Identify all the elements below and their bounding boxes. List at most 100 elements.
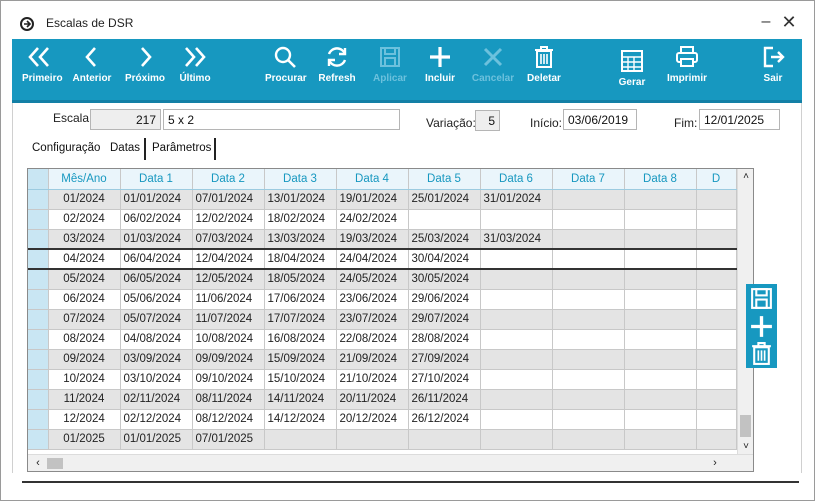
close-button[interactable]: ✕ (779, 12, 799, 32)
date-cell[interactable] (696, 229, 737, 250)
date-cell[interactable]: 29/06/2024 (408, 289, 481, 310)
date-cell[interactable] (552, 248, 625, 270)
date-cell[interactable] (624, 349, 697, 370)
row-indicator[interactable] (28, 389, 49, 410)
date-cell[interactable]: 24/05/2024 (336, 269, 409, 290)
date-cell[interactable]: 21/10/2024 (336, 369, 409, 390)
date-cell[interactable] (696, 248, 737, 270)
month-year-cell[interactable]: 10/2024 (48, 369, 121, 390)
date-cell[interactable]: 03/09/2024 (120, 349, 193, 370)
date-cell[interactable]: 09/10/2024 (192, 369, 265, 390)
scroll-left-icon[interactable]: ‹ (30, 455, 46, 471)
date-cell[interactable]: 15/09/2024 (264, 349, 337, 370)
row-indicator[interactable] (28, 369, 49, 390)
table-row[interactable]: 02/2024 06/02/2024 12/02/2024 18/02/2024 24/… (28, 209, 737, 230)
tab-configuracao[interactable]: Configuração (29, 138, 103, 160)
date-cell[interactable]: 01/01/2025 (120, 429, 193, 450)
row-indicator[interactable] (28, 209, 49, 230)
month-year-cell[interactable]: 04/2024 (48, 248, 121, 270)
month-year-cell[interactable]: 07/2024 (48, 309, 121, 330)
date-cell[interactable] (696, 369, 737, 390)
date-cell[interactable]: 28/08/2024 (408, 329, 481, 350)
date-cell[interactable] (552, 389, 625, 410)
date-cell[interactable]: 01/03/2024 (120, 229, 193, 250)
date-cell[interactable]: 03/10/2024 (120, 369, 193, 390)
date-cell[interactable] (696, 209, 737, 230)
date-cell[interactable] (552, 349, 625, 370)
date-cell[interactable] (696, 189, 737, 210)
horizontal-scrollbar[interactable]: ‹ › (28, 454, 753, 471)
date-cell[interactable]: 01/01/2024 (120, 189, 193, 210)
date-cell[interactable] (552, 409, 625, 430)
row-indicator[interactable] (28, 429, 49, 450)
date-cell[interactable]: 25/03/2024 (408, 229, 481, 250)
previous-button[interactable]: Anterior (72, 45, 112, 95)
date-cell[interactable] (624, 329, 697, 350)
date-cell[interactable] (480, 309, 553, 330)
table-row[interactable]: 01/2025 01/01/2025 07/01/2025 (28, 429, 737, 450)
column-header[interactable]: Data 6 (480, 169, 553, 190)
date-cell[interactable]: 30/05/2024 (408, 269, 481, 290)
add-button[interactable]: Incluir (420, 45, 460, 95)
date-cell[interactable]: 07/03/2024 (192, 229, 265, 250)
refresh-button[interactable]: Refresh (317, 45, 357, 95)
column-header[interactable]: D (696, 169, 737, 190)
row-indicator[interactable] (28, 229, 49, 250)
date-cell[interactable] (624, 429, 697, 450)
date-cell[interactable]: 25/01/2024 (408, 189, 481, 210)
date-cell[interactable] (480, 429, 553, 450)
column-header[interactable]: Mês/Ano (48, 169, 121, 190)
date-cell[interactable] (696, 349, 737, 370)
column-header[interactable]: Data 1 (120, 169, 193, 190)
date-cell[interactable] (552, 329, 625, 350)
cancel-button[interactable]: Cancelar (471, 45, 515, 95)
row-indicator[interactable] (28, 289, 49, 310)
scroll-down-icon[interactable]: ˅ (738, 439, 753, 455)
date-cell[interactable]: 18/04/2024 (264, 248, 337, 270)
row-indicator[interactable] (28, 329, 49, 350)
date-cell[interactable]: 16/08/2024 (264, 329, 337, 350)
apply-button[interactable]: Aplicar (370, 45, 410, 95)
plus-icon[interactable] (749, 314, 774, 339)
date-cell[interactable] (624, 209, 697, 230)
date-cell[interactable] (624, 369, 697, 390)
print-button[interactable]: Imprimir (665, 45, 709, 95)
tab-parametros[interactable]: Parâmetros (149, 138, 217, 160)
date-cell[interactable]: 23/06/2024 (336, 289, 409, 310)
date-cell[interactable] (480, 269, 553, 290)
date-cell[interactable]: 06/04/2024 (120, 248, 193, 270)
scroll-up-icon[interactable]: ˄ (738, 169, 753, 185)
table-row[interactable]: 07/2024 05/07/2024 11/07/2024 17/07/2024 23/… (28, 309, 737, 330)
date-cell[interactable]: 19/01/2024 (336, 189, 409, 210)
column-header[interactable]: Data 3 (264, 169, 337, 190)
inicio-date-field[interactable]: 03/06/2019 (563, 109, 637, 130)
date-cell[interactable]: 08/12/2024 (192, 409, 265, 430)
month-year-cell[interactable]: 08/2024 (48, 329, 121, 350)
date-cell[interactable]: 26/12/2024 (408, 409, 481, 430)
date-cell[interactable]: 02/11/2024 (120, 389, 193, 410)
date-cell[interactable]: 19/03/2024 (336, 229, 409, 250)
date-cell[interactable] (408, 429, 481, 450)
table-row[interactable]: 12/2024 02/12/2024 08/12/2024 14/12/2024 20/… (28, 409, 737, 430)
date-cell[interactable] (624, 289, 697, 310)
date-cell[interactable]: 20/12/2024 (336, 409, 409, 430)
date-cell[interactable]: 09/09/2024 (192, 349, 265, 370)
month-year-cell[interactable]: 02/2024 (48, 209, 121, 230)
last-button[interactable]: Último (178, 45, 212, 95)
date-cell[interactable] (696, 289, 737, 310)
date-cell[interactable] (480, 209, 553, 230)
row-indicator[interactable] (28, 409, 49, 430)
month-year-cell[interactable]: 05/2024 (48, 269, 121, 290)
trash-icon[interactable] (749, 341, 774, 366)
column-header[interactable]: Data 4 (336, 169, 409, 190)
date-cell[interactable] (552, 189, 625, 210)
month-year-cell[interactable]: 11/2024 (48, 389, 121, 410)
date-cell[interactable] (696, 269, 737, 290)
date-cell[interactable]: 06/02/2024 (120, 209, 193, 230)
date-cell[interactable]: 12/05/2024 (192, 269, 265, 290)
date-cell[interactable] (552, 289, 625, 310)
date-cell[interactable]: 24/02/2024 (336, 209, 409, 230)
first-button[interactable]: Primeiro (22, 45, 63, 95)
date-cell[interactable] (624, 309, 697, 330)
date-cell[interactable] (552, 229, 625, 250)
